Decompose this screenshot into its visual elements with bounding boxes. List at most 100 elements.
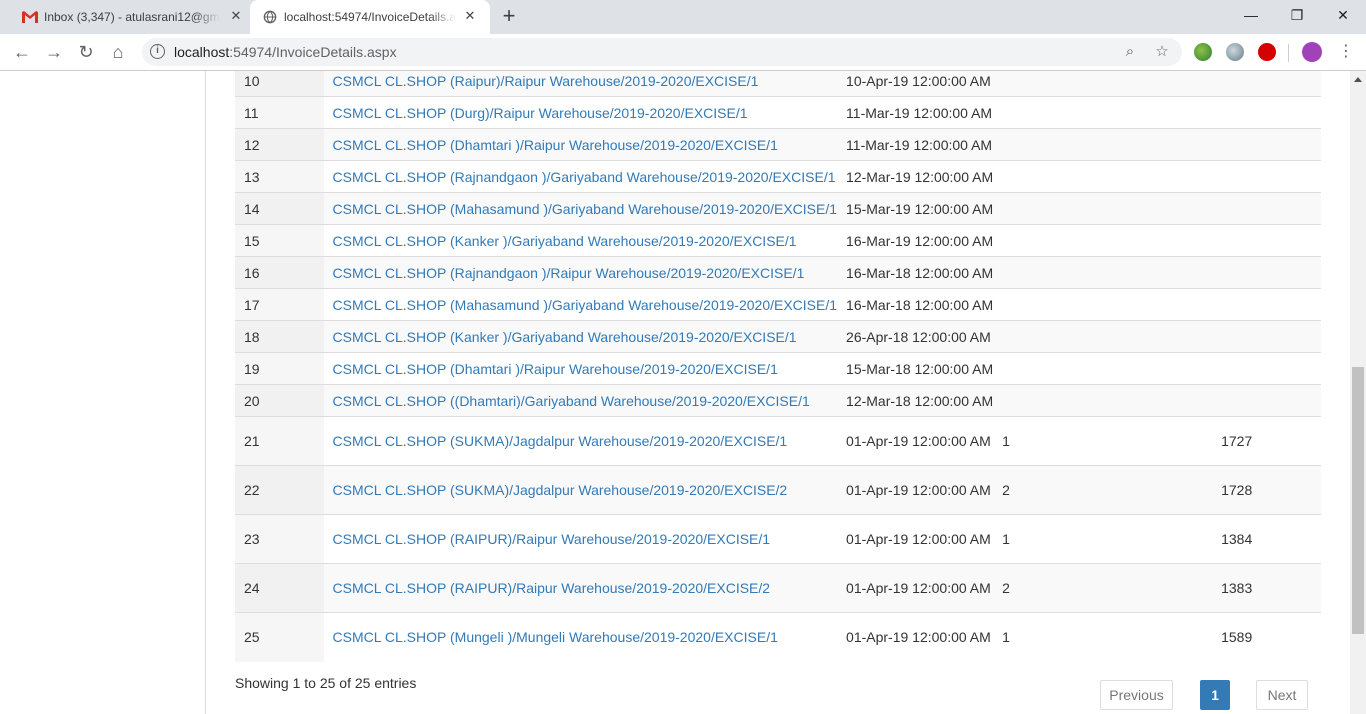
row-sno: 25 (235, 612, 324, 662)
row-quantity (1221, 192, 1321, 225)
tab-title: localhost:54974/InvoiceDetails.aspx (284, 10, 456, 24)
invoice-table: 10 CSMCL CL.SHOP (Raipur)/Raipur Warehous… (235, 71, 1321, 662)
row-date: 16-Mar-18 12:00:00 AM (837, 256, 994, 289)
row-sno: 20 (235, 384, 324, 417)
row-name-link[interactable]: CSMCL CL.SHOP (Mahasamund )/Gariyaband W… (333, 201, 838, 217)
table-info: Showing 1 to 25 of 25 entries (235, 675, 417, 691)
row-name-link[interactable]: CSMCL CL.SHOP (Rajnandgaon )/Gariyaband … (333, 169, 836, 185)
tab-invoice-details[interactable]: localhost:54974/InvoiceDetails.aspx ✕ (250, 0, 490, 34)
scrollbar-thumb[interactable] (1352, 367, 1364, 634)
row-quantity (1221, 224, 1321, 257)
page-1-button[interactable]: 1 (1200, 680, 1230, 710)
table-row: 18 CSMCL CL.SHOP (Kanker )/Gariyaband War… (235, 320, 1321, 353)
row-name-cell: CSMCL CL.SHOP (Mungeli )/Mungeli Warehou… (323, 612, 838, 662)
row-quantity (1221, 256, 1321, 289)
row-number (993, 160, 1222, 193)
row-date: 15-Mar-19 12:00:00 AM (837, 192, 994, 225)
row-quantity (1221, 128, 1321, 161)
row-quantity (1221, 384, 1321, 417)
row-name-cell: CSMCL CL.SHOP (Mahasamund )/Gariyaband W… (323, 192, 838, 225)
row-name-cell: CSMCL CL.SHOP (Rajnandgaon )/Gariyaband … (323, 160, 838, 193)
tab-gmail[interactable]: Inbox (3,347) - atulasrani12@gmail.com ✕ (10, 0, 250, 34)
zoom-icon[interactable]: ⌕ (1121, 43, 1139, 61)
row-number (993, 224, 1222, 257)
row-sno: 19 (235, 352, 324, 385)
home-icon[interactable]: ⌂ (106, 40, 130, 64)
row-date: 10-Apr-19 12:00:00 AM (837, 71, 994, 97)
content-area: 10 CSMCL CL.SHOP (Raipur)/Raipur Warehous… (206, 71, 1350, 714)
profile-avatar-icon[interactable] (1302, 42, 1322, 62)
close-icon[interactable]: ✕ (462, 8, 478, 24)
row-date: 01-Apr-19 12:00:00 AM (837, 465, 994, 515)
row-sno: 23 (235, 514, 324, 564)
row-sno: 24 (235, 563, 324, 613)
row-sno: 11 (235, 96, 324, 129)
menu-dots-icon[interactable]: ⋮ (1338, 42, 1354, 62)
extension-opera-icon[interactable] (1258, 43, 1276, 61)
address-url[interactable]: localhost:54974/InvoiceDetails.aspx (174, 44, 397, 60)
row-date: 15-Mar-18 12:00:00 AM (837, 352, 994, 385)
info-icon[interactable]: i (150, 44, 165, 59)
vertical-scrollbar[interactable] (1350, 71, 1366, 714)
row-name-link[interactable]: CSMCL CL.SHOP (Dhamtari )/Raipur Warehou… (333, 137, 778, 153)
extension-feather-icon[interactable] (1226, 43, 1244, 61)
row-number (993, 352, 1222, 385)
row-name-link[interactable]: CSMCL CL.SHOP (SUKMA)/Jagdalpur Warehous… (333, 482, 788, 498)
row-date: 11-Mar-19 12:00:00 AM (837, 128, 994, 161)
table-row: 23 CSMCL CL.SHOP (RAIPUR)/Raipur Warehous… (235, 514, 1321, 564)
row-name-link[interactable]: CSMCL CL.SHOP (Raipur)/Raipur Warehouse/… (333, 73, 759, 89)
row-sno: 14 (235, 192, 324, 225)
forward-icon[interactable]: → (42, 40, 66, 64)
back-icon[interactable]: ← (10, 40, 34, 64)
row-name-cell: CSMCL CL.SHOP ((Dhamtari)/Gariyaband War… (323, 384, 838, 417)
row-name-link[interactable]: CSMCL CL.SHOP (Kanker )/Gariyaband Wareh… (333, 233, 797, 249)
reload-icon[interactable]: ↻ (74, 40, 98, 64)
row-number: 2 (993, 465, 1222, 515)
row-name-link[interactable]: CSMCL CL.SHOP (Rajnandgaon )/Raipur Ware… (333, 265, 805, 281)
row-name-link[interactable]: CSMCL CL.SHOP (RAIPUR)/Raipur Warehouse/… (333, 580, 771, 596)
row-name-link[interactable]: CSMCL CL.SHOP (Kanker )/Gariyaband Wareh… (333, 329, 797, 345)
new-tab-button[interactable]: + (498, 5, 520, 28)
row-name-cell: CSMCL CL.SHOP (Mahasamund )/Gariyaband W… (323, 288, 838, 321)
row-sno: 22 (235, 465, 324, 515)
next-button[interactable]: Next (1256, 680, 1308, 710)
row-name-link[interactable]: CSMCL CL.SHOP (Mahasamund )/Gariyaband W… (333, 297, 838, 313)
row-number: 1 (993, 612, 1222, 662)
row-sno: 12 (235, 128, 324, 161)
url-path: :54974/InvoiceDetails.aspx (229, 44, 397, 60)
row-number (993, 71, 1222, 97)
row-name-cell: CSMCL CL.SHOP (RAIPUR)/Raipur Warehouse/… (323, 514, 838, 564)
row-name-link[interactable]: CSMCL CL.SHOP (SUKMA)/Jagdalpur Warehous… (333, 433, 788, 449)
row-date: 16-Mar-19 12:00:00 AM (837, 224, 994, 257)
row-date: 01-Apr-19 12:00:00 AM (837, 416, 994, 466)
table-row: 22 CSMCL CL.SHOP (SUKMA)/Jagdalpur Wareho… (235, 465, 1321, 515)
row-quantity (1221, 160, 1321, 193)
row-name-link[interactable]: CSMCL CL.SHOP (Mungeli )/Mungeli Warehou… (333, 629, 778, 645)
row-date: 12-Mar-19 12:00:00 AM (837, 160, 994, 193)
table-row: 10 CSMCL CL.SHOP (Raipur)/Raipur Warehous… (235, 71, 1321, 97)
table-row: 25 CSMCL CL.SHOP (Mungeli )/Mungeli Wareh… (235, 612, 1321, 662)
previous-button[interactable]: Previous (1100, 680, 1173, 710)
row-name-cell: CSMCL CL.SHOP (RAIPUR)/Raipur Warehouse/… (323, 563, 838, 613)
scroll-up-icon[interactable] (1354, 77, 1362, 82)
row-name-link[interactable]: CSMCL CL.SHOP ((Dhamtari)/Gariyaband War… (333, 393, 810, 409)
row-name-link[interactable]: CSMCL CL.SHOP (Durg)/Raipur Warehouse/20… (333, 105, 748, 121)
close-icon[interactable]: ✕ (228, 8, 244, 24)
row-date: 11-Mar-19 12:00:00 AM (837, 96, 994, 129)
row-name-cell: CSMCL CL.SHOP (Kanker )/Gariyaband Wareh… (323, 320, 838, 353)
row-number (993, 320, 1222, 353)
bookmark-star-icon[interactable]: ☆ (1153, 43, 1171, 61)
row-name-link[interactable]: CSMCL CL.SHOP (RAIPUR)/Raipur Warehouse/… (333, 531, 771, 547)
row-name-cell: CSMCL CL.SHOP (Dhamtari )/Raipur Warehou… (323, 352, 838, 385)
restore-button[interactable]: ❐ (1274, 0, 1320, 30)
row-number: 1 (993, 514, 1222, 564)
row-quantity (1221, 320, 1321, 353)
address-bar[interactable]: i localhost:54974/InvoiceDetails.aspx ⌕ … (142, 38, 1182, 66)
close-window-button[interactable]: ✕ (1320, 0, 1366, 30)
table-row: 19 CSMCL CL.SHOP (Dhamtari )/Raipur Wareh… (235, 352, 1321, 385)
extension-globe-icon[interactable] (1194, 43, 1212, 61)
row-name-link[interactable]: CSMCL CL.SHOP (Dhamtari )/Raipur Warehou… (333, 361, 778, 377)
row-quantity: 1384 (1221, 514, 1321, 564)
row-number (993, 288, 1222, 321)
minimize-button[interactable]: — (1228, 0, 1274, 30)
